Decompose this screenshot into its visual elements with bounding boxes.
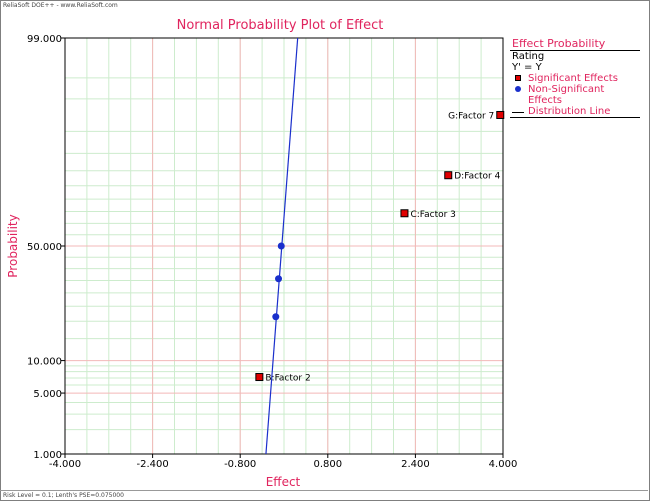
legend-title: Effect Probability [510,37,640,51]
legend-rating: Rating [512,51,545,62]
points-layer: B:Factor 2 C:Factor 3 D:Factor 4 G:Factor 7 [255,110,505,384]
effect-point-label: G:Factor 7 [448,111,494,121]
legend-item-non-significant: Non-Significant Effects [510,84,640,106]
x-tick-label: -0.800 [224,459,256,470]
significant-effect-point [444,171,453,180]
significant-effect-point [496,110,505,119]
legend-item-label: Distribution Line [528,106,611,117]
x-axis-ticks: -4.000 -2.400 -0.800 0.800 2.400 4.000 [49,454,517,470]
y-tick-label: 5.000 [33,389,62,400]
non-significant-effect-point [277,242,285,250]
effect-point-label: D:Factor 4 [454,172,500,182]
y-tick-label: 50.000 [27,242,62,253]
legend-item-significant: Significant Effects [510,73,640,84]
legend-item-label: Non-Significant Effects [528,84,605,106]
legend-item-label: Significant Effects [528,73,618,84]
chart-title: Normal Probability Plot of Effect [177,18,384,33]
y-axis-label: Probability [6,214,20,277]
effect-point-label: B:Factor 2 [265,374,310,384]
legend-equation: Y' = Y [512,62,542,73]
red-square-icon [515,75,521,81]
significant-effect-point [400,209,409,218]
x-tick-label: -2.400 [136,459,168,470]
y-tick-label: 1.000 [33,450,62,461]
effect-point-label: C:Factor 3 [410,210,455,220]
legend: Effect Probability Rating Y' = Y Signifi… [510,37,640,118]
x-tick-label: 4.000 [489,459,518,470]
y-tick-label: 99.000 [27,34,62,45]
x-tick-label: 0.800 [313,459,342,470]
y-tick-label: 10.000 [27,357,62,368]
x-tick-label: 2.400 [401,459,430,470]
non-significant-effect-point [275,275,283,283]
non-significant-effect-point [272,313,280,321]
line-icon [512,112,524,113]
legend-item-distribution-line: Distribution Line [510,106,640,118]
blue-dot-icon [515,86,521,92]
significant-effect-point [255,373,264,382]
y-axis-ticks: 1.000 5.000 10.000 50.000 99.000 [27,34,65,461]
x-axis-label: Effect [266,475,301,489]
